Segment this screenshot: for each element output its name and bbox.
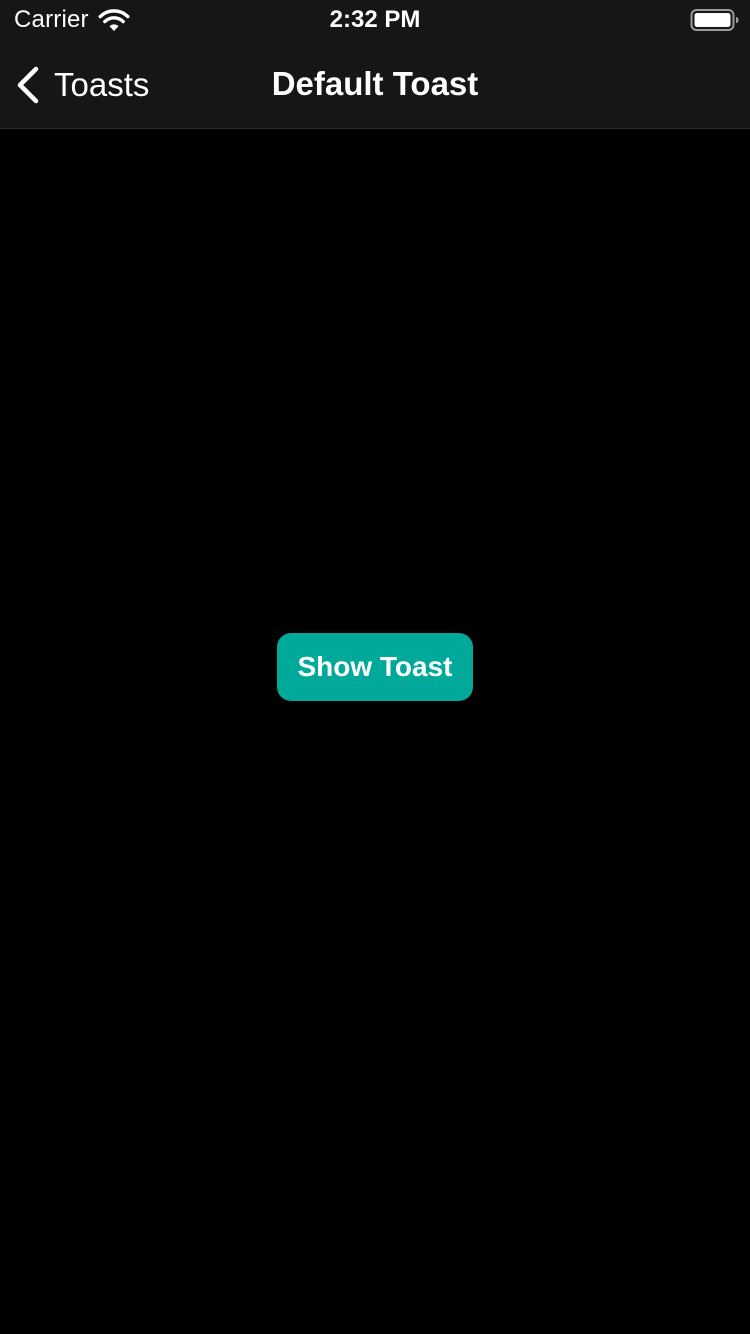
navigation-bar: Toasts Default Toast <box>0 40 750 128</box>
status-bar: Carrier 2:32 PM <box>0 0 750 40</box>
status-time: 2:32 PM <box>329 6 421 33</box>
battery-full-icon <box>690 9 739 31</box>
main-content: Show Toast <box>0 129 750 1334</box>
show-toast-button[interactable]: Show Toast <box>277 633 473 701</box>
page-title: Default Toast <box>271 65 479 102</box>
top-bar: Carrier 2:32 PM Toasts Default Toast <box>0 0 750 129</box>
